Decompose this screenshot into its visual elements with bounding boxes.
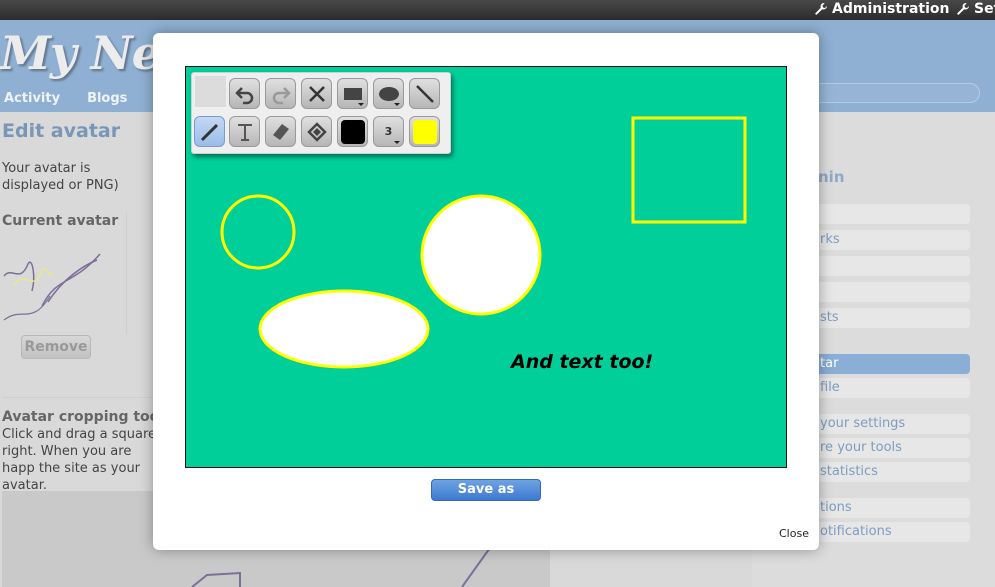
divider — [2, 397, 152, 398]
fill-tool[interactable] — [301, 116, 332, 147]
current-avatar-image — [3, 253, 101, 321]
avatar-description: Your avatar is displayed or PNG) — [2, 161, 119, 193]
sidebar-item-collections[interactable]: tions — [800, 498, 970, 518]
undo-icon — [234, 86, 253, 104]
redo-icon — [272, 86, 291, 104]
divider — [126, 212, 127, 334]
sidebar-item-profile[interactable]: file — [800, 378, 970, 398]
sidebar-item-tools[interactable]: re your tools — [800, 438, 970, 458]
wrench-icon — [957, 3, 969, 15]
stroke-width-picker[interactable]: 3 — [373, 116, 404, 147]
drawing-toolbar: 3 — [191, 72, 451, 154]
eraser-icon — [272, 123, 289, 140]
close-link[interactable]: Close — [779, 527, 809, 540]
sidebar-item[interactable] — [800, 256, 970, 276]
text-tool[interactable] — [229, 116, 260, 147]
sidebar-item-posts[interactable]: sts — [800, 308, 970, 328]
large-circle-shape — [420, 194, 542, 316]
page-title: Edit avatar — [2, 120, 121, 142]
cropping-tool-heading: Avatar cropping tool — [2, 409, 165, 425]
stroke-color-picker[interactable] — [337, 116, 368, 147]
wrench-icon — [815, 3, 827, 15]
redo-button[interactable] — [265, 78, 296, 109]
ellipse-tool[interactable] — [373, 78, 404, 109]
admin-bar: Administration Sett — [0, 0, 995, 20]
sidebar-item-avatar[interactable]: tar — [800, 354, 970, 374]
settings-link[interactable]: Sett — [956, 1, 995, 17]
sidebar-title: nin — [818, 168, 845, 186]
fill-bucket-icon — [306, 121, 327, 142]
clear-icon — [308, 85, 325, 102]
sidebar-item-settings[interactable]: your settings — [800, 414, 970, 434]
main-nav: Activity Blogs Bo — [4, 91, 173, 106]
ellipse-icon — [378, 86, 399, 101]
settings-label: Sett — [974, 1, 995, 17]
search-input[interactable] — [800, 83, 980, 103]
line-icon — [415, 84, 434, 103]
cropping-tool-description: Click and drag a square right. When you … — [2, 427, 157, 493]
save-as-avatar-button[interactable]: Save as Avatar — [431, 479, 541, 517]
sidebar-item-bookmarks[interactable]: rks — [800, 230, 970, 250]
stroke-width-value: 3 — [384, 125, 393, 138]
current-avatar-heading: Current avatar — [2, 213, 119, 229]
line-tool[interactable] — [409, 78, 440, 109]
administration-link[interactable]: Administration — [814, 1, 949, 17]
pencil-icon — [200, 123, 218, 141]
sidebar-item-notifications[interactable]: otifications — [800, 522, 970, 542]
fill-color-picker[interactable] — [409, 116, 440, 147]
pencil-tool[interactable] — [194, 116, 225, 147]
sidebar-item-statistics[interactable]: statistics — [800, 462, 970, 482]
undo-button[interactable] — [229, 78, 260, 109]
rectangle-tool[interactable] — [337, 78, 368, 109]
square-shape — [631, 116, 747, 224]
nav-item-activity[interactable]: Activity — [4, 91, 60, 106]
sidebar-item[interactable] — [800, 282, 970, 302]
canvas-text: And text too! — [511, 351, 654, 373]
nav-item-blogs[interactable]: Blogs — [87, 91, 127, 106]
remove-avatar-button[interactable]: Remove — [21, 335, 91, 359]
stroke-color-swatch — [340, 119, 365, 144]
fill-color-swatch — [412, 119, 437, 144]
rectangle-icon — [343, 87, 362, 100]
clear-button[interactable] — [301, 78, 332, 109]
text-icon — [237, 123, 252, 141]
sidebar-item[interactable] — [800, 204, 970, 224]
small-circle-shape — [220, 194, 296, 270]
toolbar-spacer — [195, 76, 226, 107]
eraser-tool[interactable] — [265, 116, 296, 147]
ellipse-shape — [258, 289, 430, 369]
administration-label: Administration — [832, 1, 950, 17]
